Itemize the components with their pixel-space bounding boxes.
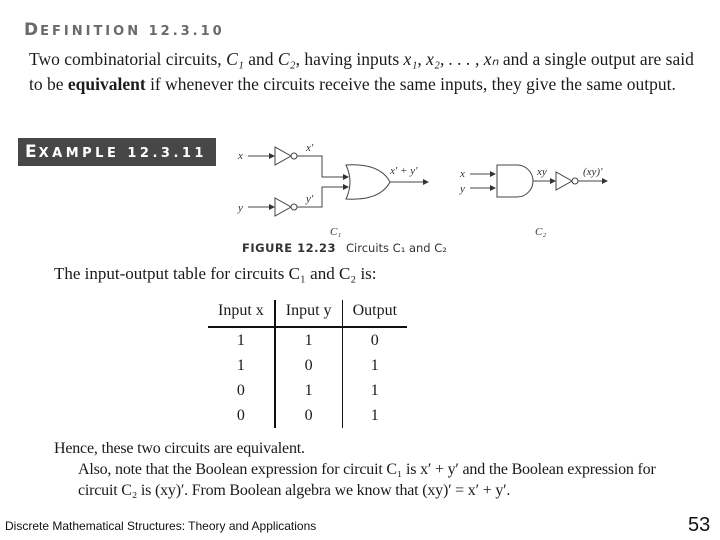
example-heading-text: XAMPLE 12.3.11 — [38, 146, 207, 161]
def-c1: C₁ — [226, 49, 244, 69]
wire-xp — [297, 155, 349, 180]
and-gate — [496, 164, 534, 198]
label-xy: xy — [536, 166, 547, 178]
cell: 1 — [370, 381, 379, 399]
cell: 0 — [208, 378, 276, 403]
label-x: x — [237, 150, 243, 162]
def-text: if whenever the circuits receive the sam… — [145, 74, 676, 94]
figure-caption: FIGURE 12.23 Circuits C₁ and C₂ — [242, 241, 447, 255]
definition-heading: DEFINITION 12.3.10 — [24, 20, 225, 40]
cell: 1 — [370, 406, 379, 424]
figure-caption-text: Circuits C₁ and C₂ — [346, 241, 447, 255]
label-c2-out: (xy)′ — [583, 166, 603, 178]
cell: 0 — [370, 331, 379, 349]
label-c2-y: y — [459, 183, 465, 195]
not-gate-x — [274, 146, 293, 166]
definition-heading-initial: D — [24, 20, 41, 40]
cell: 1 — [370, 356, 379, 374]
label-y: y — [237, 202, 243, 214]
label-c1: C₁ — [330, 226, 341, 238]
conclusion-paragraph: Hence, these two circuits are equivalent… — [54, 438, 674, 501]
def-text: and — [243, 49, 278, 69]
cell: 1 — [208, 353, 276, 378]
label-c1-out: x′ + y′ — [389, 165, 418, 177]
cell: 0 — [274, 353, 343, 378]
table-header-row: Input x Input y Output — [208, 300, 408, 328]
page-number: 53 — [688, 514, 711, 536]
label-c2: C₂ — [535, 226, 546, 238]
cell: 1 — [274, 378, 343, 403]
label-c2-x: x — [459, 168, 465, 180]
example-heading-initial: E — [25, 142, 39, 162]
io-table: Input x Input y Output 110 101 011 001 — [208, 300, 408, 428]
cell: 1 — [274, 327, 343, 353]
conclusion-line-1: Hence, these two circuits are equivalent… — [54, 440, 305, 457]
table-row: 11 0 — [208, 327, 407, 353]
not-bubble-c2 — [571, 177, 579, 185]
def-inputs: x₁, x₂, . . . , xₙ — [403, 49, 499, 69]
table-row: 011 — [208, 378, 407, 403]
definition-heading-text: EFINITION 12.3.10 — [40, 24, 225, 39]
header-input-y: Input y — [274, 300, 343, 328]
circuit-c2-diagram: x y xy (xy)′ C₂ — [459, 164, 608, 238]
cell: 1 — [208, 327, 276, 353]
not-gate-c2 — [555, 171, 574, 191]
def-term: equivalent — [67, 74, 146, 94]
label-xp: x′ — [305, 142, 314, 154]
table-row: 00 1 — [208, 403, 407, 428]
cell: 0 — [208, 403, 276, 428]
not-bubble-x — [290, 152, 298, 160]
def-text: Two combinatorial circuits, — [29, 49, 227, 69]
figure-number: FIGURE 12.23 — [242, 241, 337, 255]
wire-yp — [297, 184, 349, 208]
definition-body: Two combinatorial circuits, C₁ and C₂, h… — [29, 47, 699, 97]
def-text: , having inputs — [295, 49, 404, 69]
not-gate-y — [274, 197, 293, 217]
table-intro: The input-output table for circuits C₁ a… — [54, 264, 377, 283]
cell: 0 — [274, 403, 343, 428]
label-yp: y′ — [305, 193, 314, 205]
example-heading: EXAMPLE 12.3.11 — [18, 138, 216, 166]
header-output: Output — [342, 300, 408, 328]
not-bubble-y — [290, 203, 298, 211]
table-row: 101 — [208, 353, 407, 378]
footer-title: Discrete Mathematical Structures: Theory… — [5, 519, 317, 533]
circuit-c1-diagram: x y x′ y′ x′ + y′ C₁ — [237, 142, 429, 238]
or-gate — [345, 164, 391, 200]
conclusion-line-2: Also, note that the Boolean expression f… — [78, 461, 656, 499]
def-c2: C₂ — [277, 49, 296, 69]
header-input-x: Input x — [208, 300, 276, 328]
